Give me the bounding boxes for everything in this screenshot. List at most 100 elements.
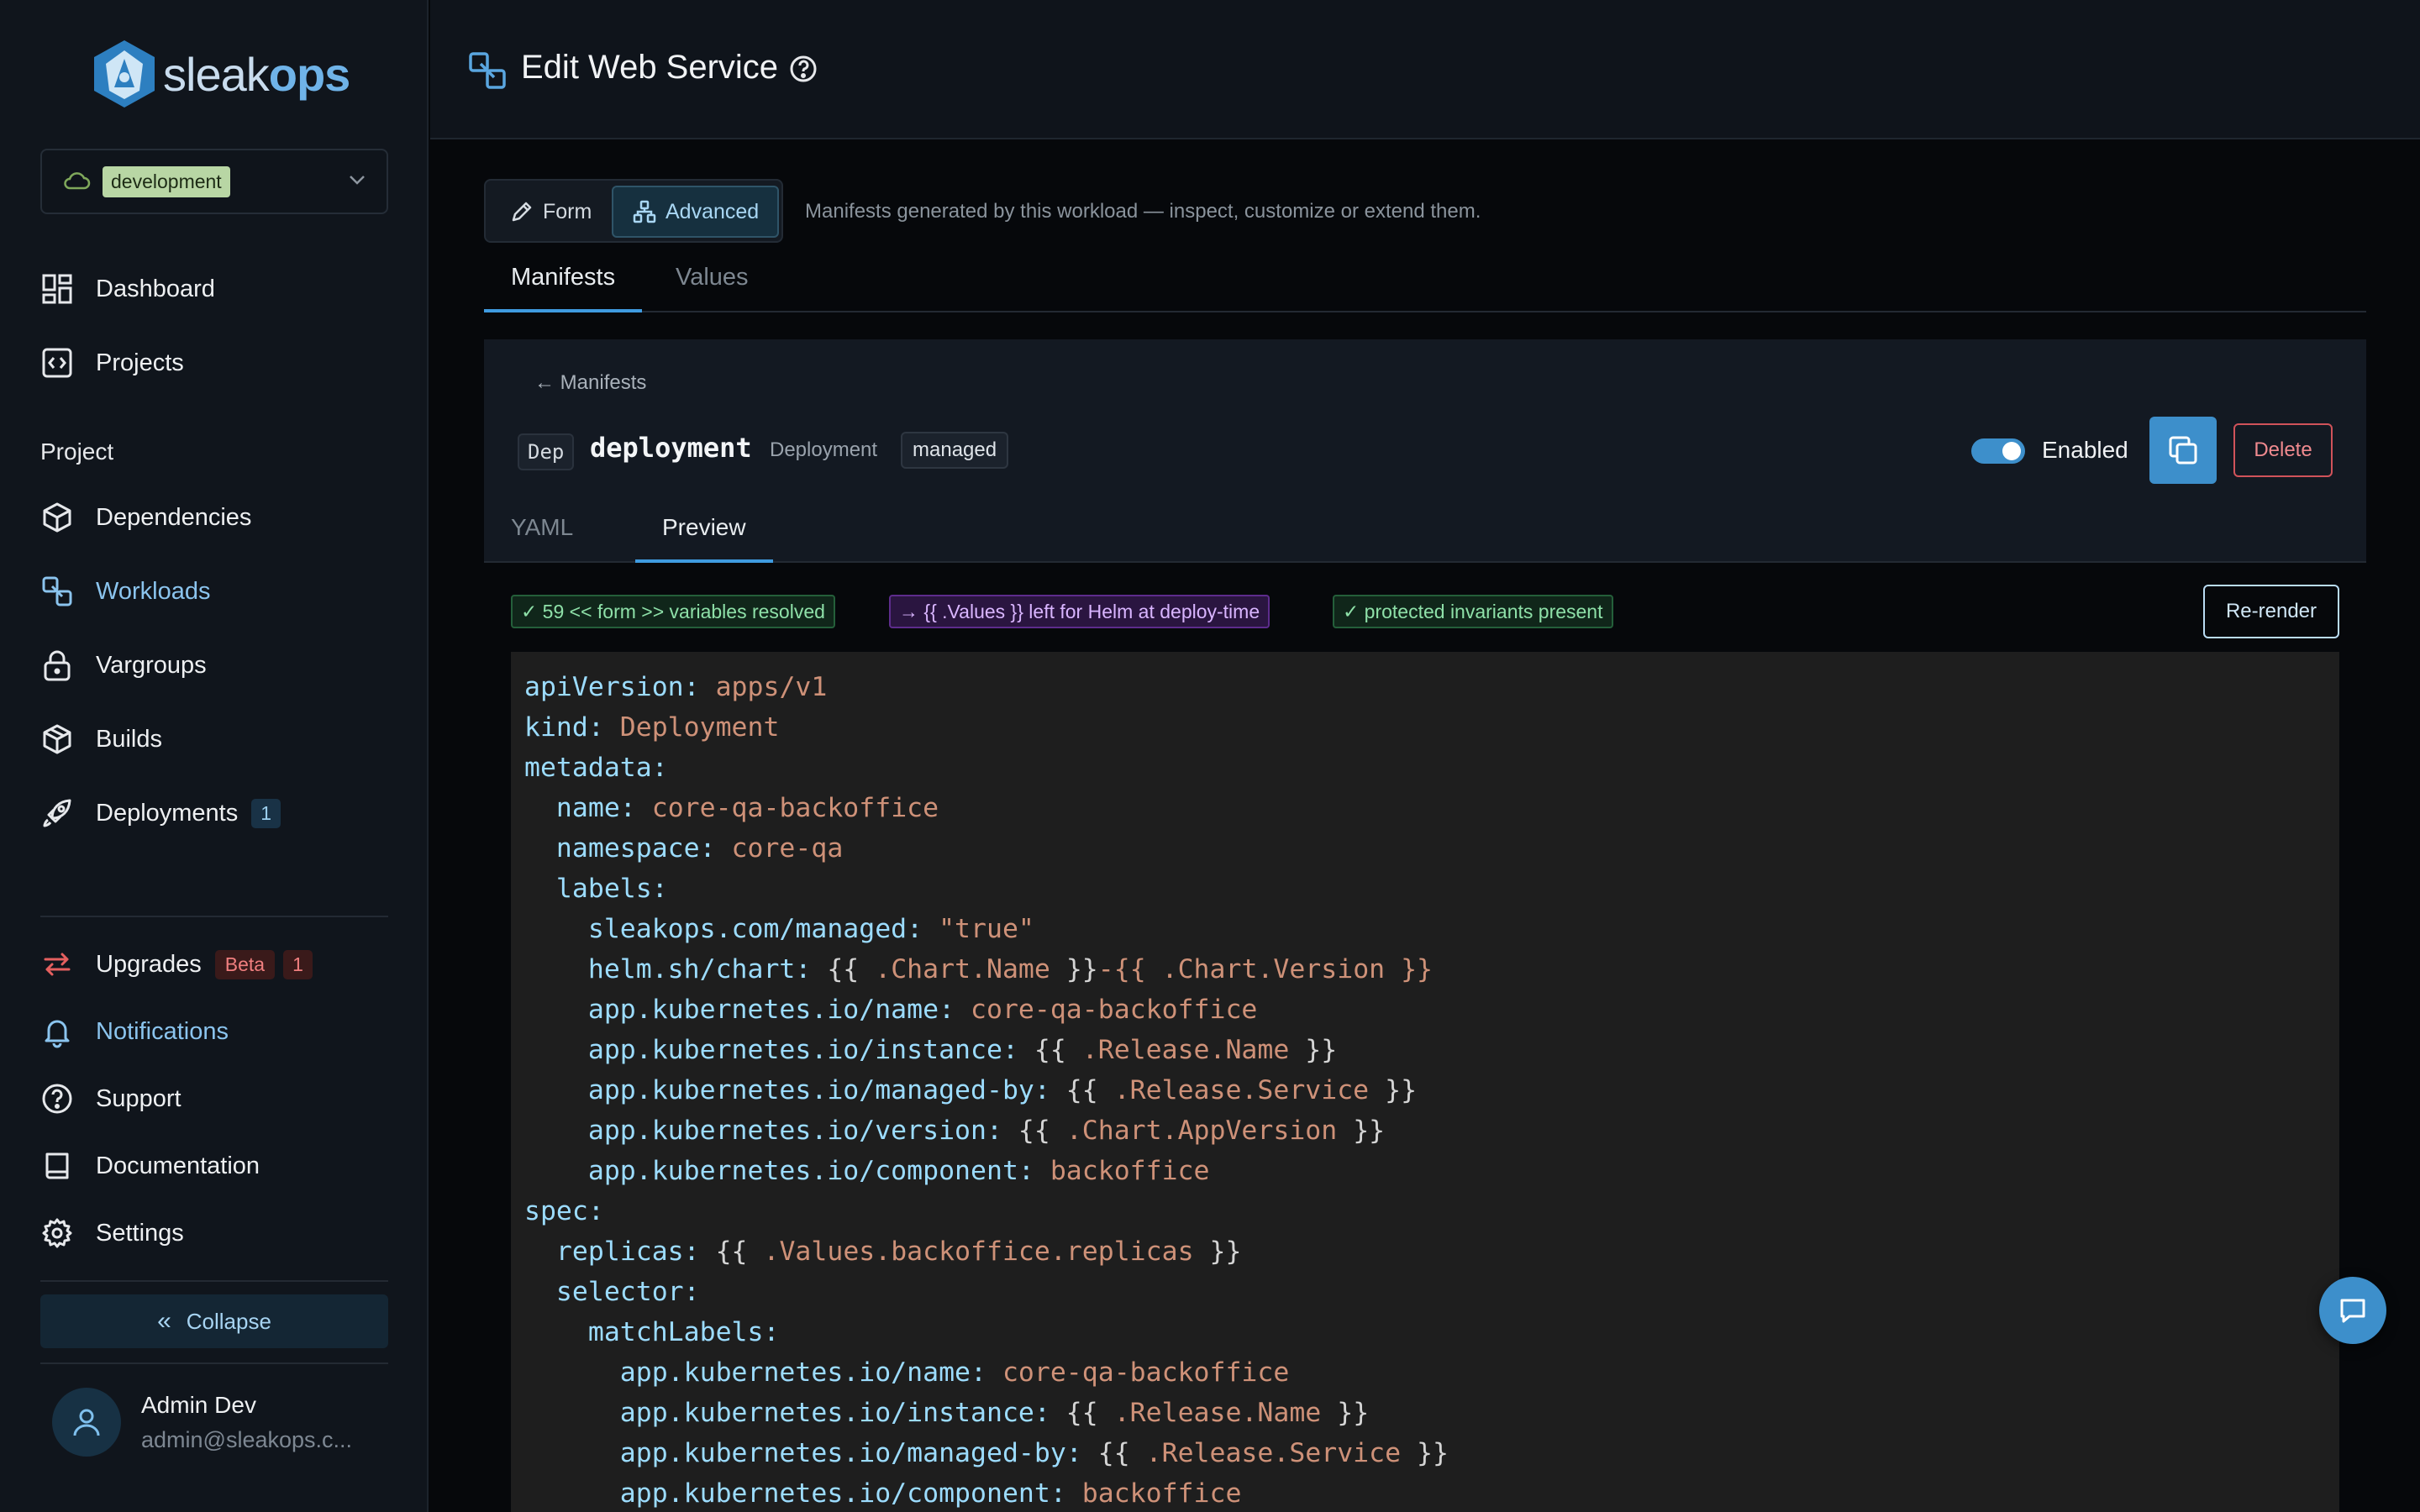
avatar [52,1388,121,1457]
sidebar-item-label: Settings [96,1219,184,1247]
code-punct: }} [1369,1075,1418,1105]
dashboard-icon [42,274,72,304]
advanced-mode-button[interactable]: Advanced [612,186,780,238]
cloud-icon [64,172,91,190]
code-value: backoffice [1065,1478,1242,1509]
user-name: Admin Dev [141,1391,256,1418]
help-circle-icon [42,1084,72,1114]
sidebar-item-label: Documentation [96,1152,260,1179]
chevron-down-icon [350,176,365,185]
tab-values[interactable]: Values [649,264,776,312]
code-punct: {{ [699,1236,748,1267]
code-value: "true" [923,914,1034,944]
sidebar-item-vargroups[interactable]: Vargroups [40,647,207,684]
code-line: kind: Deployment [524,707,2339,748]
mode-toggle: Form Advanced [484,179,783,243]
code-value: core-qa-backoffice [955,995,1258,1025]
swap-arrows-icon [44,953,71,976]
environment-select[interactable]: development [40,149,388,214]
code-block: apiVersion: apps/v1 kind: Deployment metad… [511,652,2339,1512]
code-value: .Chart.AppVersion [1050,1116,1338,1146]
sidebar-divider [40,1280,388,1282]
code-punct: }} [1337,1116,1386,1146]
code-value: -{{ .Chart.Version }} [1097,954,1434,984]
form-mode-button[interactable]: Form [491,186,610,238]
code-value: core-qa-backoffice [986,1357,1290,1388]
sidebar-item-label: Upgrades [96,950,202,978]
code-line: name: core-qa-backoffice [524,788,2339,828]
lock-icon [44,650,71,681]
delete-button[interactable]: Delete [2233,423,2333,477]
code-key: app.kubernetes.io/managed-by: [524,1438,1082,1468]
code-key: matchLabels: [524,1317,780,1347]
code-value: Deployment [603,712,780,743]
page-title: Edit Web Service [521,49,779,86]
bell-icon [45,1020,70,1048]
collapse-label: Collapse [186,1308,271,1334]
code-value: backoffice [1034,1156,1210,1186]
managed-badge: managed [901,432,1009,469]
tab-yaml[interactable]: YAML [484,514,600,563]
rocket-icon [43,799,71,827]
code-line: apiVersion: apps/v1 [524,667,2339,707]
code-value: .Release.Name [1065,1035,1290,1065]
network-icon [633,200,656,223]
sidebar-item-builds[interactable]: Builds [40,721,162,758]
sidebar-item-projects[interactable]: Projects [40,344,184,381]
code-key: helm.sh/chart: [524,954,812,984]
copy-button[interactable] [2149,417,2217,484]
brand-logo[interactable]: sleakops [91,39,350,109]
code-square-icon [42,348,72,378]
sidebar-item-support[interactable]: Support [40,1080,182,1117]
sidebar-item-deployments[interactable]: Deployments 1 [40,795,281,832]
code-line: helm.sh/chart: {{ .Chart.Name }}-{{ .Cha… [524,949,2339,990]
code-line: app.kubernetes.io/managed-by: {{ .Releas… [524,1433,2339,1473]
sidebar-item-label: Projects [96,349,184,376]
code-line: namespace: core-qa [524,828,2339,869]
code-line: sleakops.com/managed: "true" [524,909,2339,949]
enabled-toggle[interactable] [1971,438,2025,464]
sidebar-item-dependencies[interactable]: Dependencies [40,499,251,536]
enabled-label: Enabled [2042,437,2128,463]
code-punct: }} [1401,1438,1449,1468]
sidebar-item-notifications[interactable]: Notifications [40,1013,229,1050]
sidebar: sleakops development Dashboard Projects … [0,0,429,1512]
code-key: sleakops.com/managed: [524,914,923,944]
user-email: admin@sleakops.c... [141,1426,353,1452]
sidebar-item-dashboard[interactable]: Dashboard [40,270,215,307]
code-line: app.kubernetes.io/version: {{ .Chart.App… [524,1110,2339,1151]
rerender-button[interactable]: Re-render [2203,585,2339,638]
sidebar-item-label: Workloads [96,577,211,605]
invariants-chip: ✓ protected invariants present [1333,595,1613,628]
code-key: namespace: [524,833,716,864]
sidebar-item-label: Deployments [96,799,239,827]
tab-preview[interactable]: Preview [635,514,773,563]
code-punct: {{ [1018,1035,1066,1065]
code-key: selector: [524,1277,700,1307]
chat-button[interactable] [2319,1277,2386,1344]
code-key: kind: [524,712,604,743]
resource-kind-pill: Dep [518,433,575,470]
gear-icon [42,1218,72,1248]
code-key: app.kubernetes.io/name: [524,1357,986,1388]
sidebar-item-upgrades[interactable]: Upgrades Beta 1 [40,946,313,983]
deployments-count-badge: 1 [251,798,281,828]
collapse-button[interactable]: « Collapse [40,1294,388,1348]
chevrons-left-icon: « [157,1307,171,1335]
user-profile[interactable]: Admin Dev admin@sleakops.c... [52,1388,352,1457]
manifest-preview: apiVersion: apps/v1 kind: Deployment metad… [511,652,2339,1512]
cube-icon [43,502,71,533]
book-icon [45,1152,69,1179]
code-key: app.kubernetes.io/name: [524,995,955,1025]
sidebar-item-workloads[interactable]: Workloads [40,573,210,610]
code-key: labels: [524,874,668,904]
view-tabs: YAML Preview [484,501,2366,563]
help-circle-icon[interactable] [788,54,818,84]
sidebar-item-settings[interactable]: Settings [40,1215,184,1252]
tab-manifests[interactable]: Manifests [484,264,643,312]
sidebar-item-documentation[interactable]: Documentation [40,1147,260,1184]
back-to-manifests-link[interactable]: ← Manifests [534,371,646,395]
code-line: app.kubernetes.io/instance: {{ .Release.… [524,1393,2339,1433]
workloads-icon [469,52,506,89]
code-key: name: [524,793,636,823]
